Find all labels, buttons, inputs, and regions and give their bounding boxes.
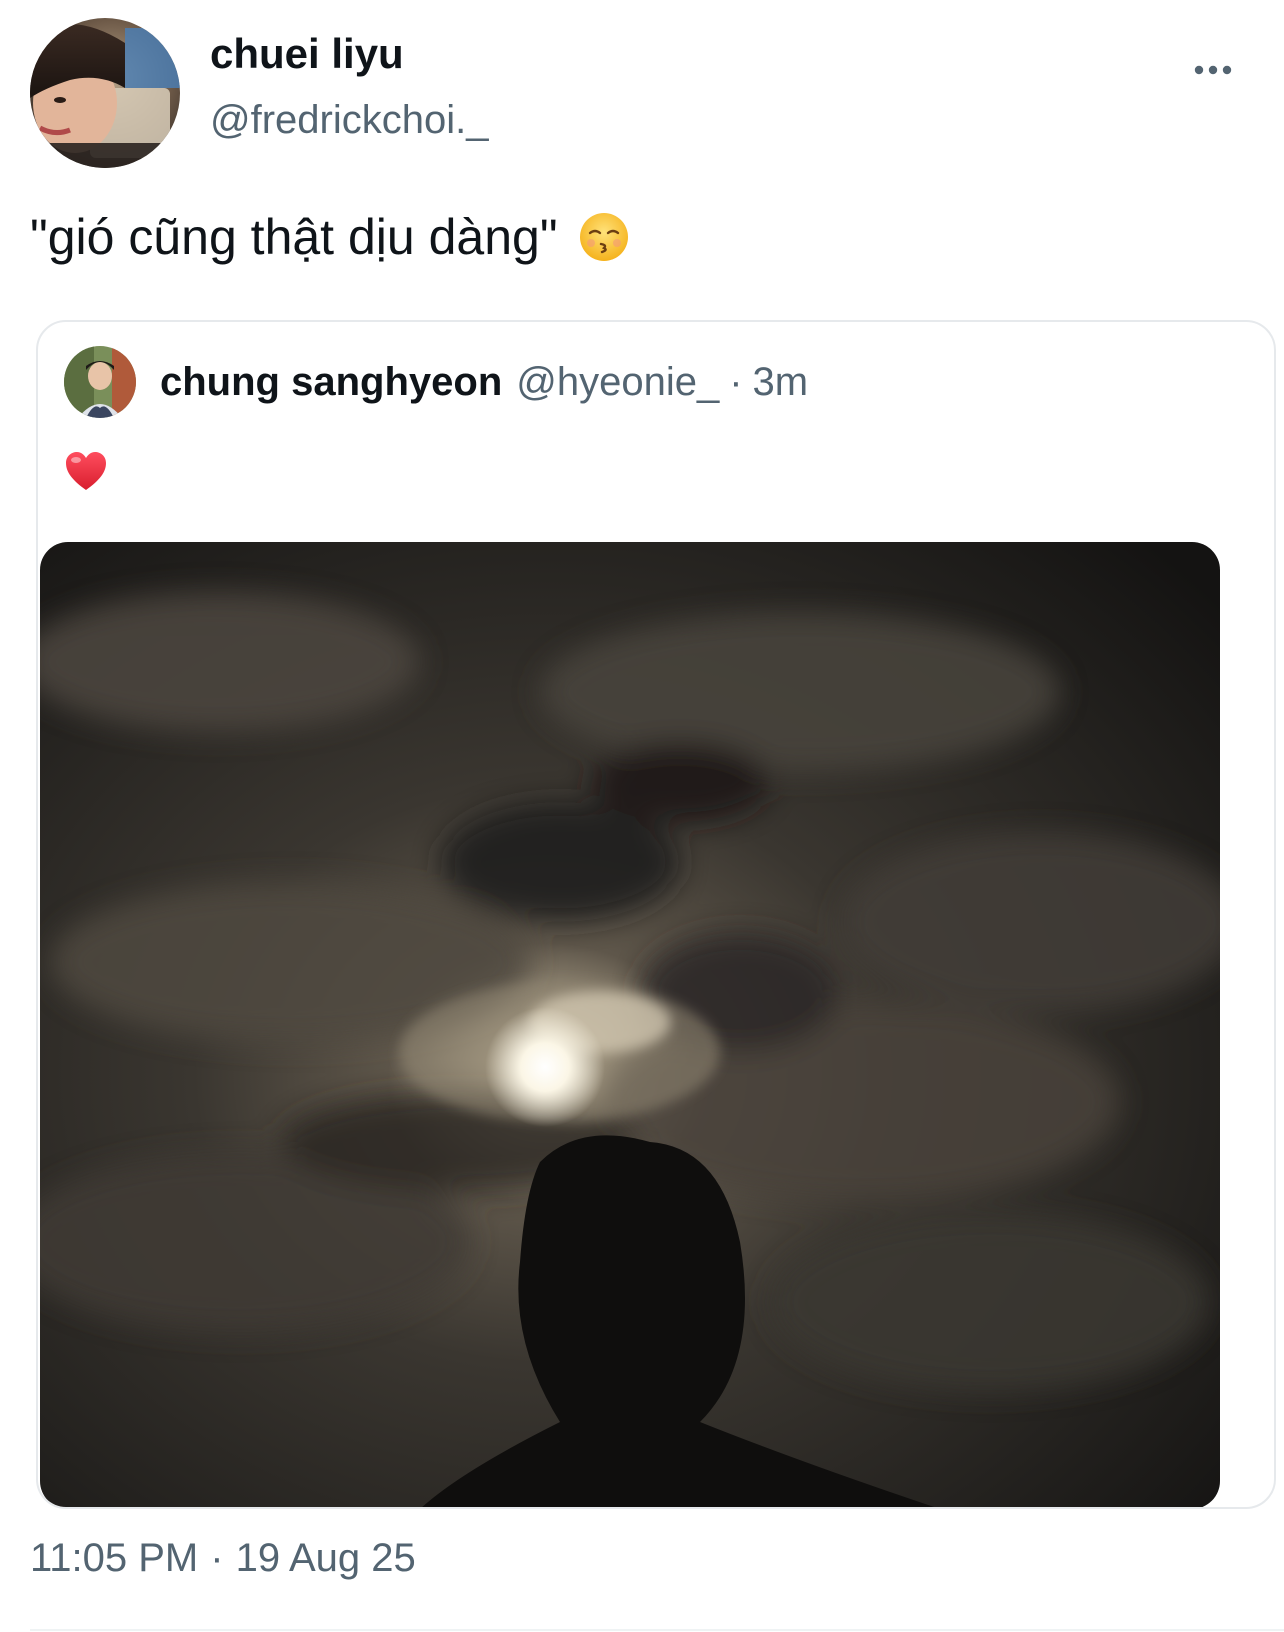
quoted-tweet[interactable]: chung sanghyeon @hyeonie_ · 3m xyxy=(36,320,1276,1509)
quoted-handle[interactable]: @hyeonie_ xyxy=(516,360,719,405)
author-display-name[interactable]: chuei liyu xyxy=(210,30,404,78)
tweet[interactable]: chuei liyu @fredrickchoi._ "gió cũng thậ… xyxy=(0,0,1284,1632)
quoted-author-avatar[interactable] xyxy=(64,346,136,418)
tweet-text: "gió cũng thật dịu dàng" xyxy=(30,208,630,266)
quoted-tweet-header: chung sanghyeon @hyeonie_ · 3m xyxy=(64,346,808,418)
tweet-text-content: "gió cũng thật dịu dàng" xyxy=(30,209,558,265)
more-options-button[interactable] xyxy=(1188,50,1238,90)
quoted-display-name[interactable]: chung sanghyeon xyxy=(160,360,502,405)
author-avatar[interactable] xyxy=(30,18,180,168)
red-heart-icon xyxy=(64,450,108,494)
tweet-time: 11:05 PM xyxy=(30,1536,199,1580)
quoted-separator: · xyxy=(729,359,743,404)
quoted-timestamp[interactable]: 3m xyxy=(753,360,809,405)
quoted-media-photo[interactable] xyxy=(40,542,1220,1507)
kissing-face-icon xyxy=(578,211,630,263)
avatar-photo xyxy=(30,18,180,168)
author-handle[interactable]: @fredrickchoi._ xyxy=(210,98,488,143)
divider xyxy=(30,1629,1284,1631)
night-sky-photo xyxy=(40,542,1220,1507)
tweet-timestamp[interactable]: 11:05 PM · 19 Aug 25 xyxy=(30,1536,416,1581)
more-horizontal-icon xyxy=(1194,65,1232,75)
tweet-timestamp-separator: · xyxy=(210,1536,224,1580)
quoted-avatar-photo xyxy=(64,346,136,418)
tweet-date: 19 Aug 25 xyxy=(235,1536,416,1580)
